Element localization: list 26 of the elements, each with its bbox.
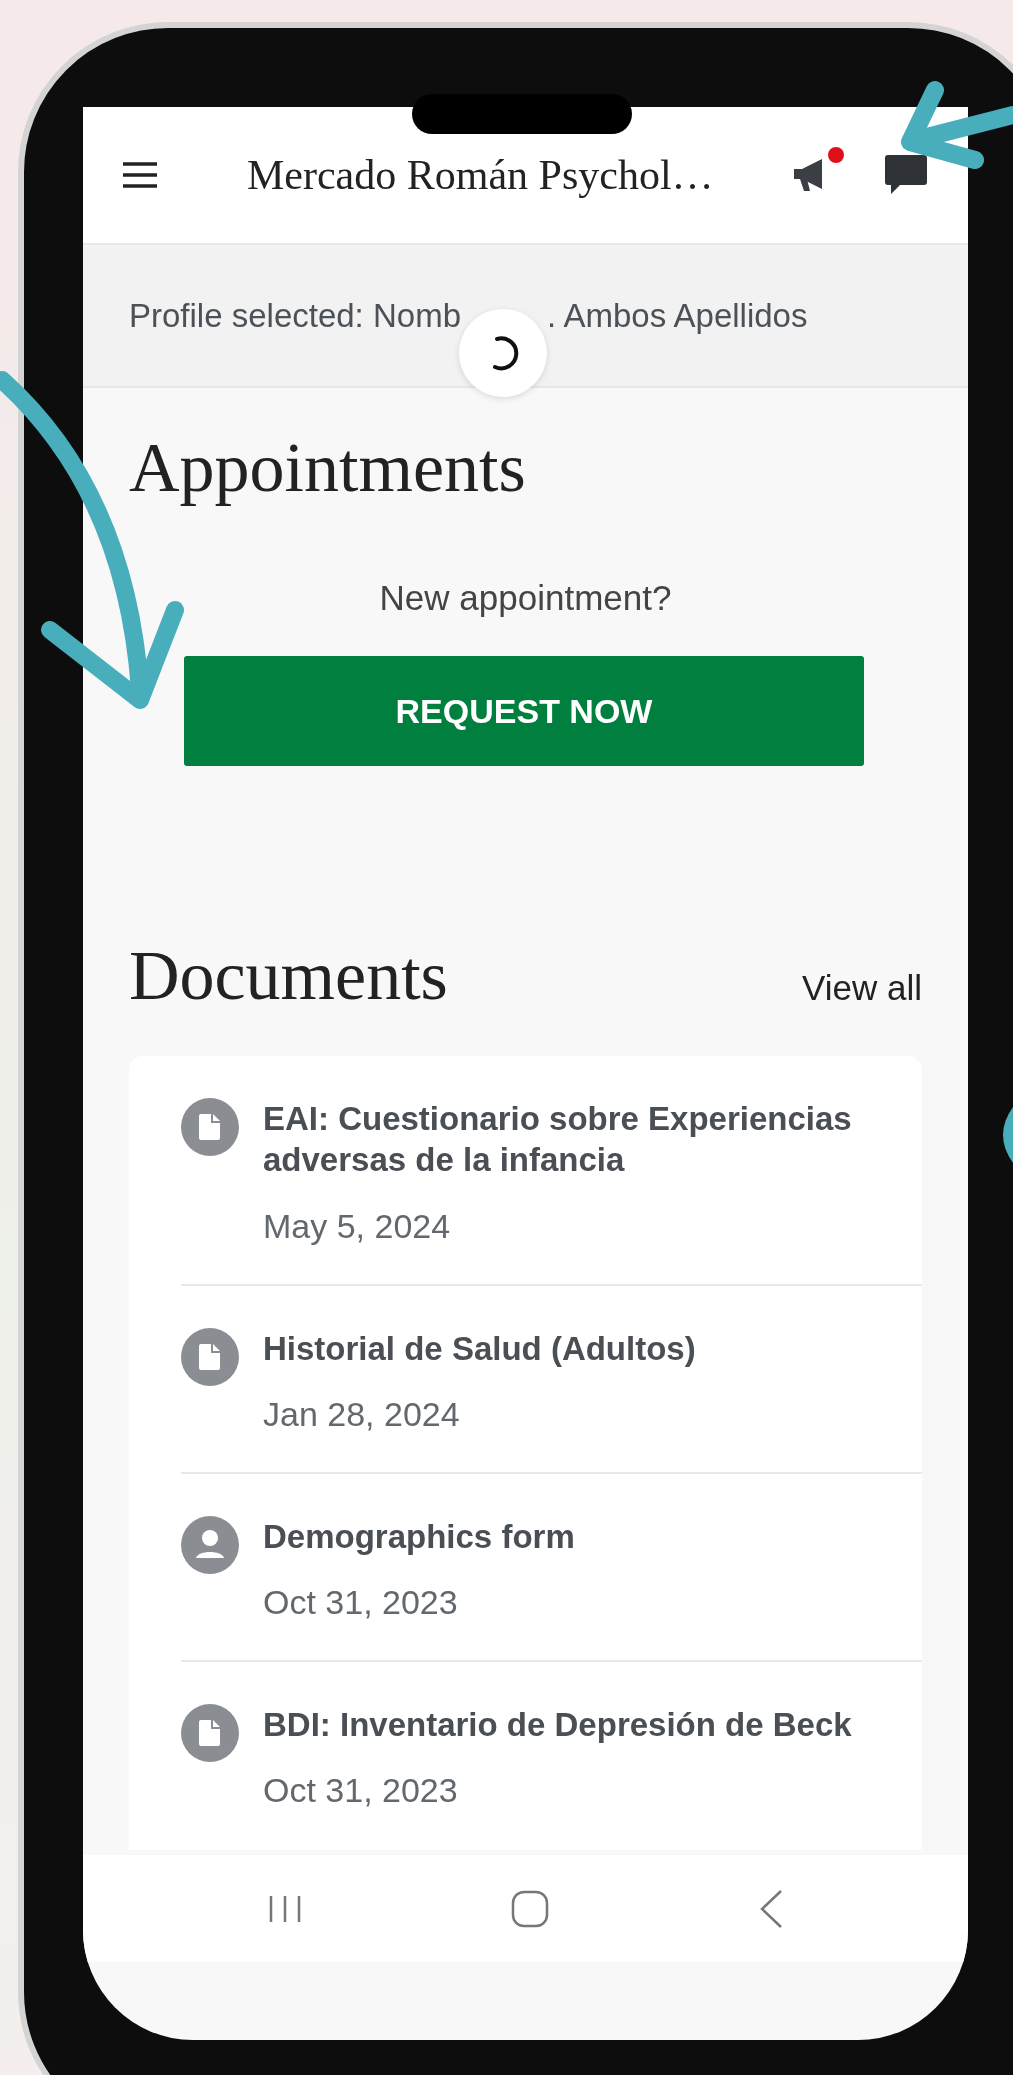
recent-apps-icon[interactable] bbox=[267, 1893, 302, 1924]
profile-text: Profile selected: Nomb bbox=[129, 296, 461, 335]
arrow-drawing bbox=[1003, 1105, 1013, 1165]
section-heading: Appointments bbox=[129, 428, 527, 508]
document-date: Oct 31, 2023 bbox=[263, 1771, 459, 1811]
document-title[interactable]: BDI: Inventario de Depresión de Beck bbox=[263, 1704, 852, 1746]
back-icon[interactable] bbox=[759, 1888, 784, 1929]
person-icon bbox=[181, 1515, 239, 1574]
document-icon bbox=[181, 1327, 239, 1386]
document-icon bbox=[181, 1098, 239, 1156]
document-title[interactable]: Demographics form bbox=[263, 1515, 575, 1557]
view-all-link[interactable]: View all bbox=[802, 968, 922, 1008]
document-title[interactable]: EAI: Cuestionario sobre Experiencias adversas de la infancia bbox=[263, 1098, 902, 1181]
chat-icon[interactable] bbox=[884, 153, 928, 197]
document-date: Jan 28, 2024 bbox=[263, 1394, 461, 1434]
document-date: May 5, 2024 bbox=[263, 1206, 452, 1246]
appointment-prompt: New appointment? bbox=[379, 578, 672, 618]
section-heading: Documents bbox=[129, 936, 448, 1016]
document-date: Oct 31, 2023 bbox=[263, 1583, 459, 1622]
home-icon[interactable] bbox=[511, 1889, 550, 1928]
app-title: Mercado Román Psychol… bbox=[247, 151, 715, 199]
document-title[interactable]: Historial de Salud (Adultos) bbox=[263, 1327, 696, 1369]
profile-text: . Ambos Apellidos bbox=[547, 296, 808, 335]
document-icon bbox=[181, 1704, 239, 1762]
menu-icon[interactable] bbox=[123, 162, 157, 188]
request-button[interactable]: REQUEST NOW bbox=[184, 656, 864, 766]
